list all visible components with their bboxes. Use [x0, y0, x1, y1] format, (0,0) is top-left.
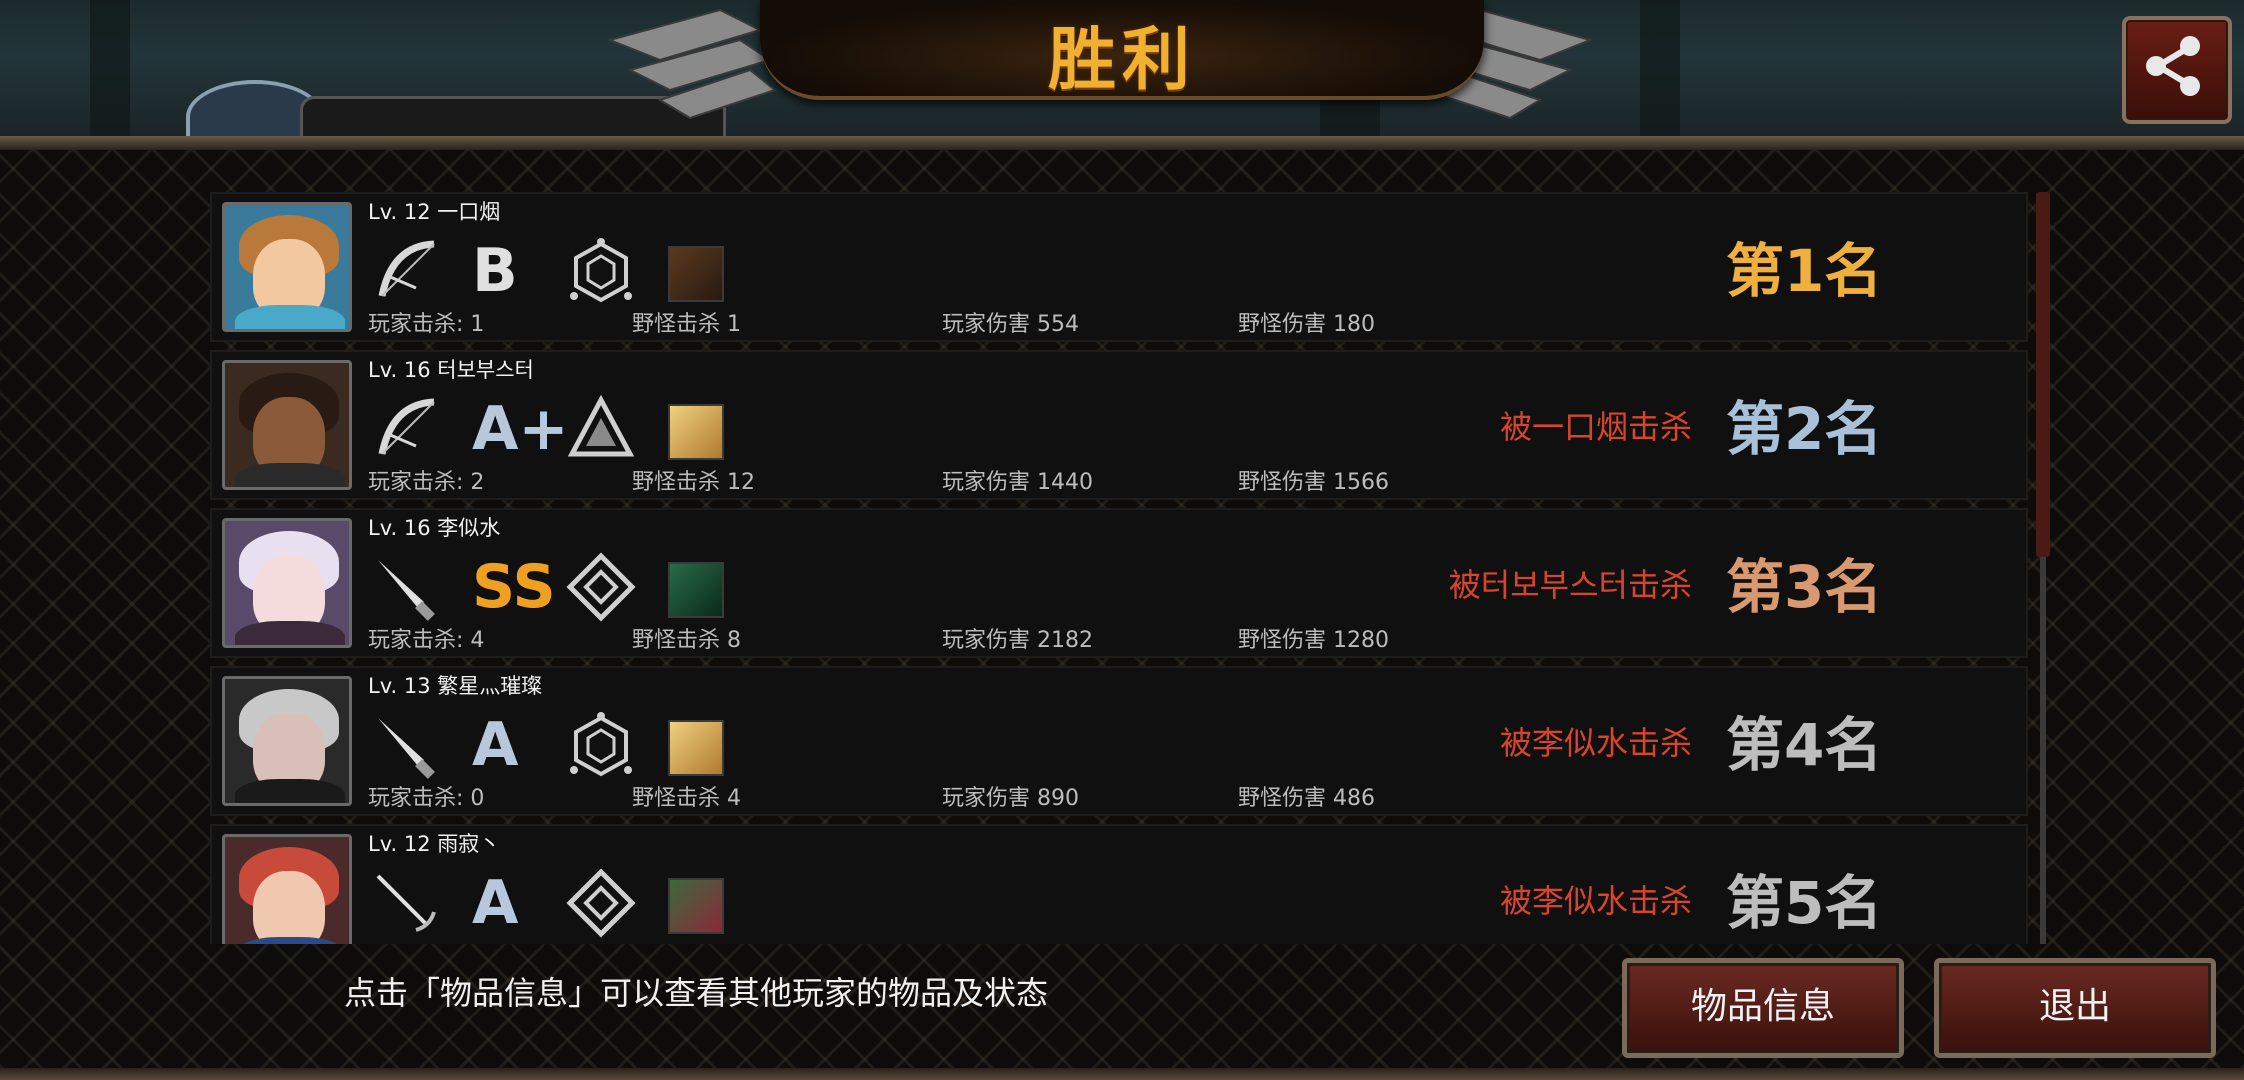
monster-kills: 野怪击杀 8 [632, 628, 741, 653]
player-avatar [222, 676, 352, 806]
player-level-name: Lv. 12 雨寂丶 [368, 832, 501, 856]
player-level-name: Lv. 16 터보부스터 [368, 358, 534, 382]
grade-icon: A+ [472, 394, 569, 464]
player-level-name: Lv. 13 繁星灬璀璨 [368, 674, 543, 698]
monster-damage: 野怪伤害 1280 [1238, 628, 1389, 653]
triangle-rank-icon [567, 394, 635, 457]
tree-decor [1640, 0, 1680, 140]
killed-by-text: 被一口烟击杀 [1499, 408, 1692, 446]
monster-kills: 野怪击杀 1 [632, 312, 741, 337]
hint-text: 点击「物品信息」可以查看其他玩家的物品及状态 [344, 974, 1049, 1012]
player-row-5[interactable]: Lv. 12 雨寂丶 A 被李似水击杀 第5名 [210, 824, 2028, 944]
knife-icon [378, 718, 435, 779]
scroll-thumb[interactable] [2036, 192, 2050, 557]
place-rank: 第5名 [1726, 869, 1883, 937]
killed-by-text: 被李似水击杀 [1499, 724, 1692, 762]
player-avatar [222, 518, 352, 648]
grade-icon: A [472, 710, 519, 780]
victory-title: 胜利 [1047, 20, 1196, 100]
share-icon [2146, 36, 2200, 96]
frame-bottom [0, 1068, 2244, 1080]
item-icon[interactable] [668, 720, 724, 776]
diamond-rank-icon [566, 552, 636, 622]
place-rank: 第4名 [1726, 711, 1883, 779]
player-kills: 玩家击杀: 2 [368, 470, 485, 495]
player-kills: 玩家击杀: 4 [368, 628, 485, 653]
item-icon[interactable] [668, 246, 724, 302]
grade-icon: B [472, 236, 518, 306]
player-damage: 玩家伤害 2182 [942, 628, 1093, 653]
list-scrollbar[interactable] [2036, 192, 2050, 944]
monster-damage: 野怪伤害 486 [1238, 786, 1375, 811]
player-level-name: Lv. 12 一口烟 [368, 200, 501, 224]
player-damage: 玩家伤害 554 [942, 312, 1079, 337]
hexagon-rank-icon [570, 712, 632, 777]
exit-button[interactable]: 退出 [1934, 958, 2216, 1058]
monster-kills: 野怪击杀 4 [632, 786, 741, 811]
killed-by-text: 被李似水击杀 [1499, 882, 1692, 920]
player-kills: 玩家击杀: 0 [368, 786, 485, 811]
place-rank: 第2名 [1726, 395, 1883, 463]
grade-icon: A [472, 868, 519, 938]
player-level-name: Lv. 16 李似水 [368, 516, 501, 540]
share-button[interactable] [2122, 16, 2232, 124]
title-banner: 胜利 [760, 0, 1484, 100]
monster-damage: 野怪伤害 1566 [1238, 470, 1389, 495]
rapier-icon [376, 874, 436, 932]
player-kills: 玩家击杀: 1 [368, 312, 485, 337]
player-row-1[interactable]: Lv. 12 一口烟 B 玩家击杀: 1 野怪击杀 1 玩家伤害 554 野怪伤… [210, 192, 2028, 342]
monster-damage: 野怪伤害 180 [1238, 312, 1375, 337]
diamond-rank-icon [566, 868, 636, 938]
item-icon[interactable] [668, 404, 724, 460]
place-rank: 第1名 [1726, 237, 1883, 305]
monster-kills: 野怪击杀 12 [632, 470, 755, 495]
player-avatar [222, 202, 352, 332]
tree-decor [90, 0, 130, 140]
player-row-3[interactable]: Lv. 16 李似水 SS 玩家击杀: 4 野怪击杀 8 玩家伤害 2182 野… [210, 508, 2028, 658]
item-info-button[interactable]: 物品信息 [1622, 958, 1904, 1058]
grade-icon: SS [472, 552, 556, 622]
item-icon[interactable] [668, 562, 724, 618]
knife-icon [378, 560, 435, 621]
results-list[interactable]: Lv. 12 一口烟 B 玩家击杀: 1 野怪击杀 1 玩家伤害 554 野怪伤… [210, 192, 2028, 944]
player-avatar [222, 360, 352, 490]
player-damage: 玩家伤害 890 [942, 786, 1079, 811]
player-avatar [222, 834, 352, 944]
player-row-2[interactable]: Lv. 16 터보부스터 A+ 玩家击杀: 2 野怪击杀 12 玩家伤害 144… [210, 350, 2028, 500]
hexagon-rank-icon [570, 238, 632, 303]
place-rank: 第3名 [1726, 553, 1883, 621]
killed-by-text: 被터보부스터击杀 [1448, 566, 1692, 604]
bow-icon [378, 398, 435, 455]
player-damage: 玩家伤害 1440 [942, 470, 1093, 495]
player-row-4[interactable]: Lv. 13 繁星灬璀璨 A 玩家击杀: 0 野怪击杀 4 玩家伤害 890 野… [210, 666, 2028, 816]
item-icon[interactable] [668, 878, 724, 934]
bow-icon [378, 240, 435, 297]
